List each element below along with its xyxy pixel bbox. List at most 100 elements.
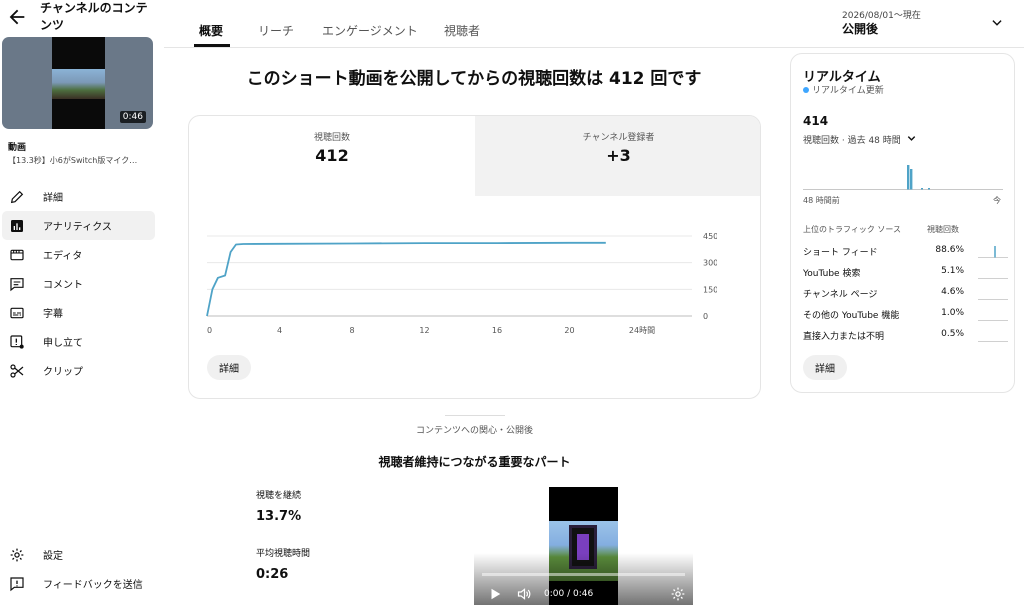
chart-x-tick-label: 12 [419, 326, 429, 335]
sidebar-item-label: 申し立て [43, 338, 83, 349]
realtime-views-value: 414 [803, 114, 829, 128]
sidebar-item-analytics[interactable]: アナリティクス [2, 211, 155, 240]
pencil-icon [10, 190, 24, 203]
video-player[interactable]: 0:00 / 0:46 [474, 487, 693, 605]
volume-icon[interactable] [516, 586, 533, 602]
traffic-source-name: YouTube 検索 [803, 269, 861, 279]
sidebar-item-label: 設定 [43, 551, 63, 562]
traffic-source-row: 直接入力または不明 0.5% [803, 327, 1008, 345]
overview-card: 視聴回数 412 チャンネル登録者 +3 0 150 300 450 0 4 8 12 16 20… [188, 115, 761, 399]
play-icon[interactable] [488, 587, 502, 601]
tab-reach[interactable]: リーチ [258, 22, 294, 39]
thumbnail-image [52, 69, 105, 99]
chart-x-tick-label: 20 [564, 326, 574, 335]
sidebar-item-comments[interactable]: コメント [2, 269, 155, 298]
traffic-sparkline [978, 341, 1008, 342]
back-arrow-icon[interactable] [6, 6, 28, 28]
traffic-source-row: YouTube 検索 5.1% [803, 264, 1008, 282]
views-line-chart: 0 150 300 450 0 4 8 12 16 20 24時間 [206, 232, 717, 335]
avg-view-duration-value: 0:26 [256, 567, 289, 582]
metric-subscribers-label: チャンネル登録者 [582, 133, 655, 143]
metric-subscribers-tab[interactable]: チャンネル登録者 +3 [475, 116, 760, 196]
player-settings-icon[interactable] [670, 586, 686, 602]
realtime-bar [928, 188, 930, 190]
realtime-card: リアルタイム リアルタイム更新 414 視聴回数 · 過去 48 時間 48 時… [790, 53, 1015, 393]
stayed-to-watch-value: 13.7% [256, 509, 302, 524]
traffic-source-pct: 5.1% [941, 266, 964, 276]
realtime-details-button[interactable]: 詳細 [803, 355, 847, 380]
realtime-period-label: 視聴回数 · 過去 48 時間 [803, 136, 901, 146]
sidebar-item-feedback[interactable]: フィードバックを送信 [2, 569, 155, 598]
video-thumbnail[interactable]: 0:46 [2, 37, 153, 129]
realtime-axis-start: 48 時間前 [803, 196, 840, 205]
claim-icon [10, 334, 24, 349]
gear-icon [10, 548, 24, 561]
sidebar-item-editor[interactable]: エディタ [2, 240, 155, 269]
avg-view-duration-label: 平均視聴時間 [256, 549, 311, 559]
content-interest-label: コンテンツへの関心・公開後 [415, 426, 533, 436]
metric-subscribers-value: +3 [606, 146, 631, 165]
comment-icon [10, 277, 24, 291]
chart-x-tick-label: 24時間 [629, 326, 655, 335]
details-button[interactable]: 詳細 [207, 355, 251, 380]
realtime-update-label: リアルタイム更新 [812, 86, 884, 96]
key-moments-title: 視聴者維持につながる重要なパート [378, 455, 571, 469]
traffic-source-row: その他の YouTube 機能 1.0% [803, 306, 1008, 324]
realtime-period-selector[interactable]: 視聴回数 · 過去 48 時間 [803, 133, 917, 146]
date-range-selector[interactable]: 公開後 [842, 20, 878, 37]
thumbnail-duration: 0:46 [119, 111, 146, 123]
sidebar-item-label: アナリティクス [43, 222, 112, 233]
metric-views-tab[interactable]: 視聴回数 412 [189, 116, 475, 196]
realtime-bar-chart [803, 165, 1003, 190]
chart-x-tick-label: 8 [349, 326, 354, 335]
chart-x-tick-label: 16 [492, 326, 502, 335]
tab-engagement[interactable]: エンゲージメント [322, 22, 418, 39]
feedback-icon [10, 576, 24, 591]
tab-audience[interactable]: 視聴者 [444, 22, 480, 39]
tab-overview[interactable]: 概要 [199, 22, 223, 39]
chart-y-tick-label: 150 [703, 285, 717, 294]
realtime-axis-end: 今 [993, 196, 1001, 205]
chevron-down-icon [907, 136, 915, 141]
traffic-source-name: ショート フィード [803, 248, 878, 258]
chart-x-tick-label: 0 [207, 326, 212, 335]
sidebar-item-claims[interactable]: 申し立て [2, 327, 155, 356]
realtime-bar [921, 188, 923, 190]
sidebar-title: チャンネルのコンテンツ [40, 1, 148, 32]
sidebar-item-label: 字幕 [43, 309, 63, 320]
video-label: 動画 [8, 143, 27, 153]
thumbnail-frame [52, 37, 105, 129]
sidebar-item-clips[interactable]: クリップ [2, 356, 155, 385]
editor-icon [10, 249, 24, 260]
sidebar: チャンネルのコンテンツ 0:46 動画 【13.3秒】小6がSwitch版マイク… [0, 0, 164, 605]
sidebar-item-details[interactable]: 詳細 [2, 182, 155, 211]
traffic-views-header: 視聴回数 [927, 225, 959, 234]
section-divider [445, 415, 505, 416]
realtime-bar [910, 169, 913, 190]
traffic-sparkline [978, 246, 1008, 258]
traffic-source-pct: 1.0% [941, 308, 964, 318]
sidebar-item-subtitles[interactable]: 字幕 [2, 298, 155, 327]
player-progress-bar[interactable] [482, 573, 685, 576]
realtime-bar [907, 165, 910, 190]
scissors-icon [10, 363, 24, 378]
sidebar-item-label: フィードバックを送信 [43, 580, 143, 591]
views-series-line [206, 241, 606, 317]
subtitles-icon [10, 307, 24, 318]
metric-views-label: 視聴回数 [313, 133, 350, 143]
tabs-divider [164, 47, 1024, 48]
traffic-source-pct: 88.6% [935, 245, 964, 255]
chevron-down-icon[interactable] [990, 16, 1004, 30]
chart-y-tick-label: 0 [703, 312, 708, 321]
metric-views-value: 412 [315, 146, 349, 165]
player-time: 0:00 / 0:46 [544, 589, 594, 599]
traffic-sources-header: 上位のトラフィック ソース [803, 225, 901, 234]
traffic-source-pct: 4.6% [941, 287, 964, 297]
traffic-source-pct: 0.5% [941, 329, 964, 339]
chart-y-tick-label: 300 [703, 259, 717, 268]
traffic-source-name: 直接入力または不明 [803, 332, 885, 342]
sidebar-item-settings[interactable]: 設定 [2, 540, 155, 569]
sidebar-item-label: クリップ [43, 367, 83, 378]
traffic-source-name: チャンネル ページ [803, 290, 878, 300]
traffic-source-row: チャンネル ページ 4.6% [803, 285, 1008, 303]
